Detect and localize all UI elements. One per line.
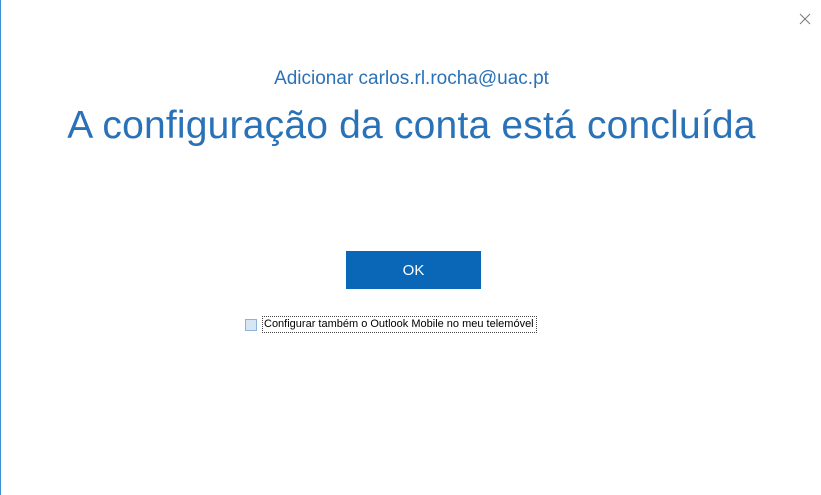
dialog-window: Adicionar carlos.rl.rocha@uac.pt A confi… [0,0,821,495]
mobile-option-checkbox[interactable] [245,318,257,331]
close-button[interactable] [795,9,815,29]
mobile-option-label[interactable]: Configurar também o Outlook Mobile no me… [262,316,537,333]
close-icon [799,13,811,25]
page-title: A configuração da conta está concluída [67,104,756,147]
dialog-subtitle: Adicionar carlos.rl.rocha@uac.pt [274,68,549,89]
mobile-option-row[interactable]: Configurar também o Outlook Mobile no me… [245,316,537,333]
ok-button[interactable]: OK [346,251,481,289]
